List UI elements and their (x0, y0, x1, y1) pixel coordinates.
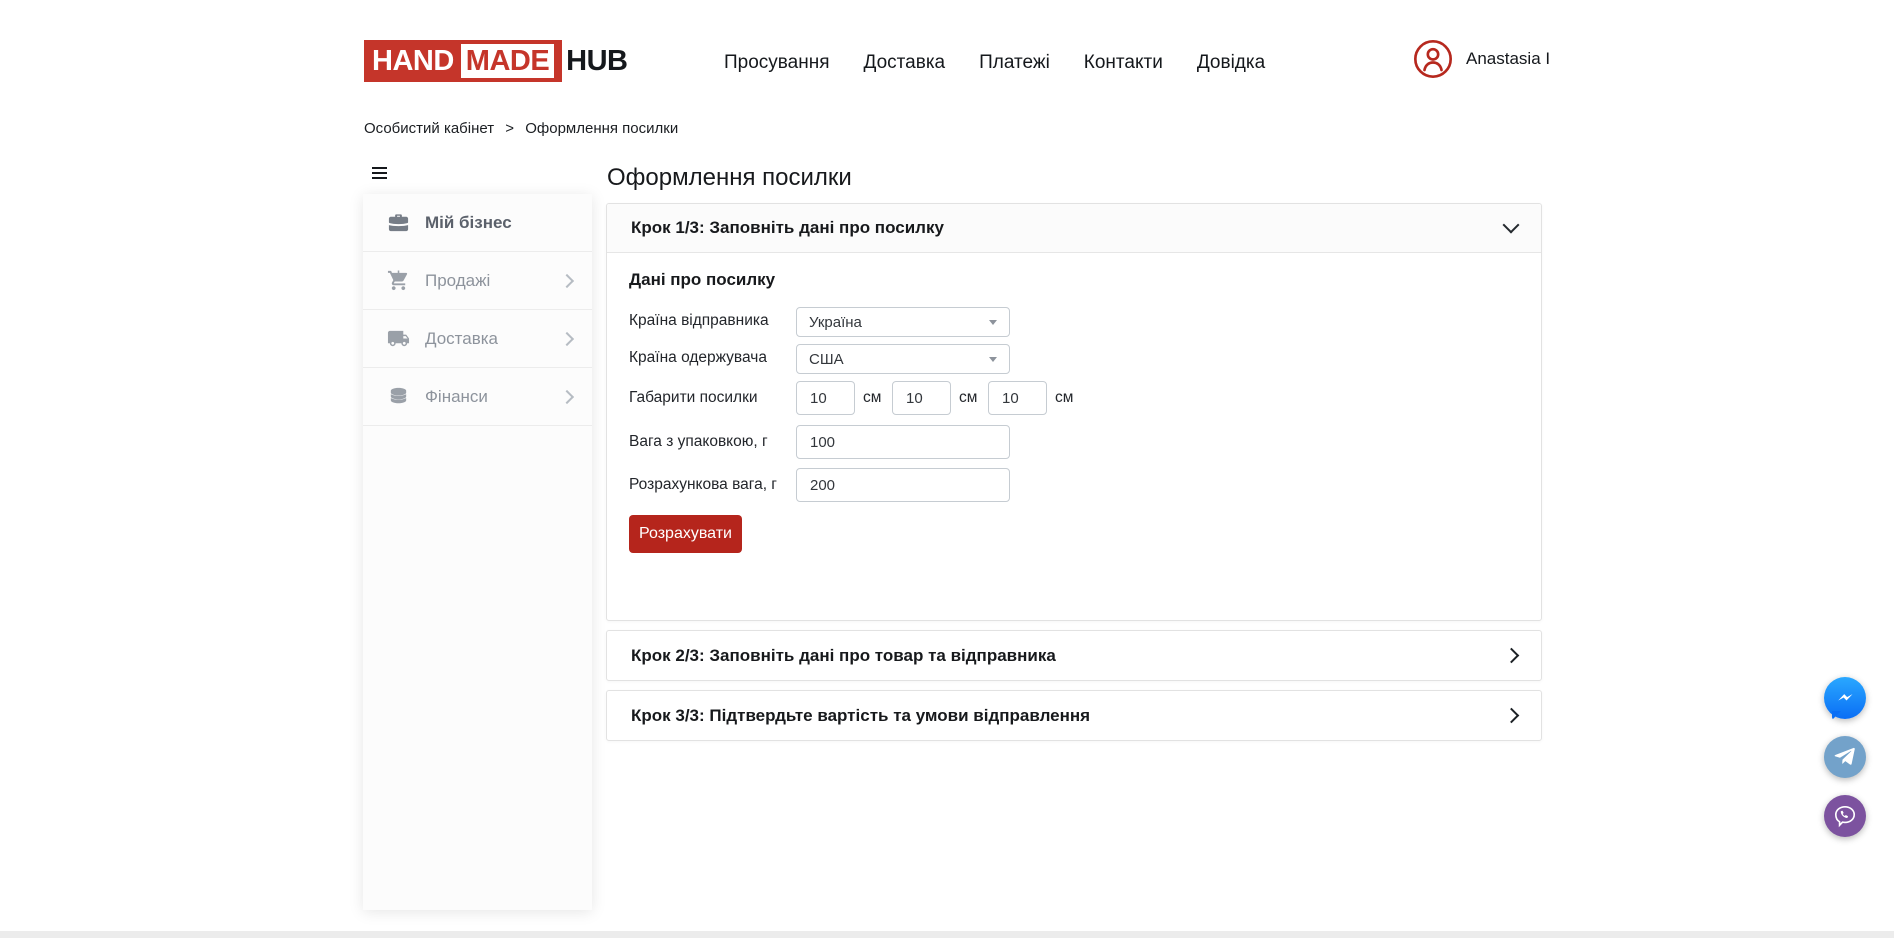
chevron-right-icon (560, 331, 574, 345)
page-title: Оформлення посилки (607, 164, 852, 192)
telegram-button[interactable] (1824, 736, 1866, 778)
nav-item-promotion[interactable]: Просування (724, 52, 830, 74)
sidebar-item-finance[interactable]: Фінанси (363, 368, 592, 426)
step-2-title: Крок 2/3: Заповніть дані про товар та ві… (631, 646, 1056, 666)
parcel-data-heading: Дані про посилку (629, 270, 775, 290)
nav-item-delivery[interactable]: Доставка (864, 52, 946, 74)
page: HANDMADE HUB Просування Доставка Платежі… (0, 0, 1894, 938)
coins-icon (387, 385, 410, 408)
sidebar-item-label: Мій бізнес (425, 213, 512, 233)
sidebar: Мій бізнес Продажі Доставка Фінанси (363, 194, 592, 910)
weight-calculated-label: Розрахункова вага, г (629, 476, 777, 494)
viber-icon (1832, 803, 1858, 829)
sidebar-item-label: Доставка (425, 329, 498, 349)
step-1-title: Крок 1/3: Заповніть дані про посилку (631, 218, 944, 238)
truck-icon (387, 327, 410, 350)
breadcrumb-cabinet[interactable]: Особистий кабінет (364, 120, 494, 137)
nav-item-help[interactable]: Довідка (1197, 52, 1265, 74)
caret-down-icon (989, 320, 997, 325)
user-account[interactable]: Anastasia I (1413, 39, 1550, 79)
unit-cm: см (863, 389, 881, 407)
breadcrumb-separator: > (505, 120, 514, 137)
user-circle-icon (1413, 39, 1453, 79)
viber-button[interactable] (1824, 795, 1866, 837)
step-2-header[interactable]: Крок 2/3: Заповніть дані про товар та ві… (606, 630, 1542, 681)
footer-edge (0, 931, 1894, 938)
breadcrumb-current: Оформлення посилки (525, 120, 678, 137)
step-1-card: Крок 1/3: Заповніть дані про посилку Дан… (606, 203, 1542, 621)
hamburger-icon[interactable] (372, 167, 387, 179)
dimension-length-input[interactable] (796, 381, 855, 415)
user-name: Anastasia I (1466, 49, 1550, 69)
nav-item-payments[interactable]: Платежі (979, 52, 1050, 74)
chevron-right-icon (560, 389, 574, 403)
sidebar-item-my-business[interactable]: Мій бізнес (363, 194, 592, 252)
sender-country-value: Україна (809, 314, 862, 331)
messenger-icon (1832, 685, 1858, 711)
main-nav: Просування Доставка Платежі Контакти Дов… (724, 52, 1265, 74)
dimension-height-input[interactable] (988, 381, 1047, 415)
telegram-icon (1833, 745, 1857, 769)
dimension-width-input[interactable] (892, 381, 951, 415)
sidebar-item-delivery[interactable]: Доставка (363, 310, 592, 368)
sidebar-item-label: Продажі (425, 271, 490, 291)
logo-hand: HAND (372, 44, 454, 78)
logo-made: MADE (461, 44, 554, 78)
chevron-down-icon (1503, 217, 1520, 234)
breadcrumb: Особистий кабінет > Оформлення посилки (364, 120, 678, 137)
dimensions-label: Габарити посилки (629, 389, 758, 407)
weight-packed-label: Вага з упаковкою, г (629, 433, 768, 451)
sender-country-label: Країна відправника (629, 312, 769, 330)
messenger-button[interactable] (1824, 677, 1866, 719)
chevron-right-icon (1504, 708, 1520, 724)
step-1-header[interactable]: Крок 1/3: Заповніть дані про посилку (607, 204, 1541, 253)
step-3-title: Крок 3/3: Підтвердьте вартість та умови … (631, 706, 1090, 726)
recipient-country-select[interactable]: США (796, 344, 1010, 374)
cart-arrow-down-icon (387, 269, 410, 292)
chevron-right-icon (1504, 648, 1520, 664)
chevron-right-icon (560, 273, 574, 287)
recipient-country-value: США (809, 351, 844, 368)
nav-item-contacts[interactable]: Контакти (1084, 52, 1163, 74)
unit-cm: см (959, 389, 977, 407)
logo-hub: HUB (562, 45, 627, 78)
handmade-hub-logo[interactable]: HANDMADE HUB (364, 40, 628, 82)
weight-calculated-input[interactable] (796, 468, 1010, 502)
step-3-header[interactable]: Крок 3/3: Підтвердьте вартість та умови … (606, 690, 1542, 741)
unit-cm: см (1055, 389, 1073, 407)
calculate-button[interactable]: Розрахувати (629, 515, 742, 553)
sidebar-item-sales[interactable]: Продажі (363, 252, 592, 310)
weight-packed-input[interactable] (796, 425, 1010, 459)
logo-red-box: HANDMADE (364, 40, 562, 82)
sidebar-item-label: Фінанси (425, 387, 488, 407)
caret-down-icon (989, 357, 997, 362)
recipient-country-label: Країна одержувача (629, 349, 767, 367)
sender-country-select[interactable]: Україна (796, 307, 1010, 337)
briefcase-icon (387, 211, 410, 234)
